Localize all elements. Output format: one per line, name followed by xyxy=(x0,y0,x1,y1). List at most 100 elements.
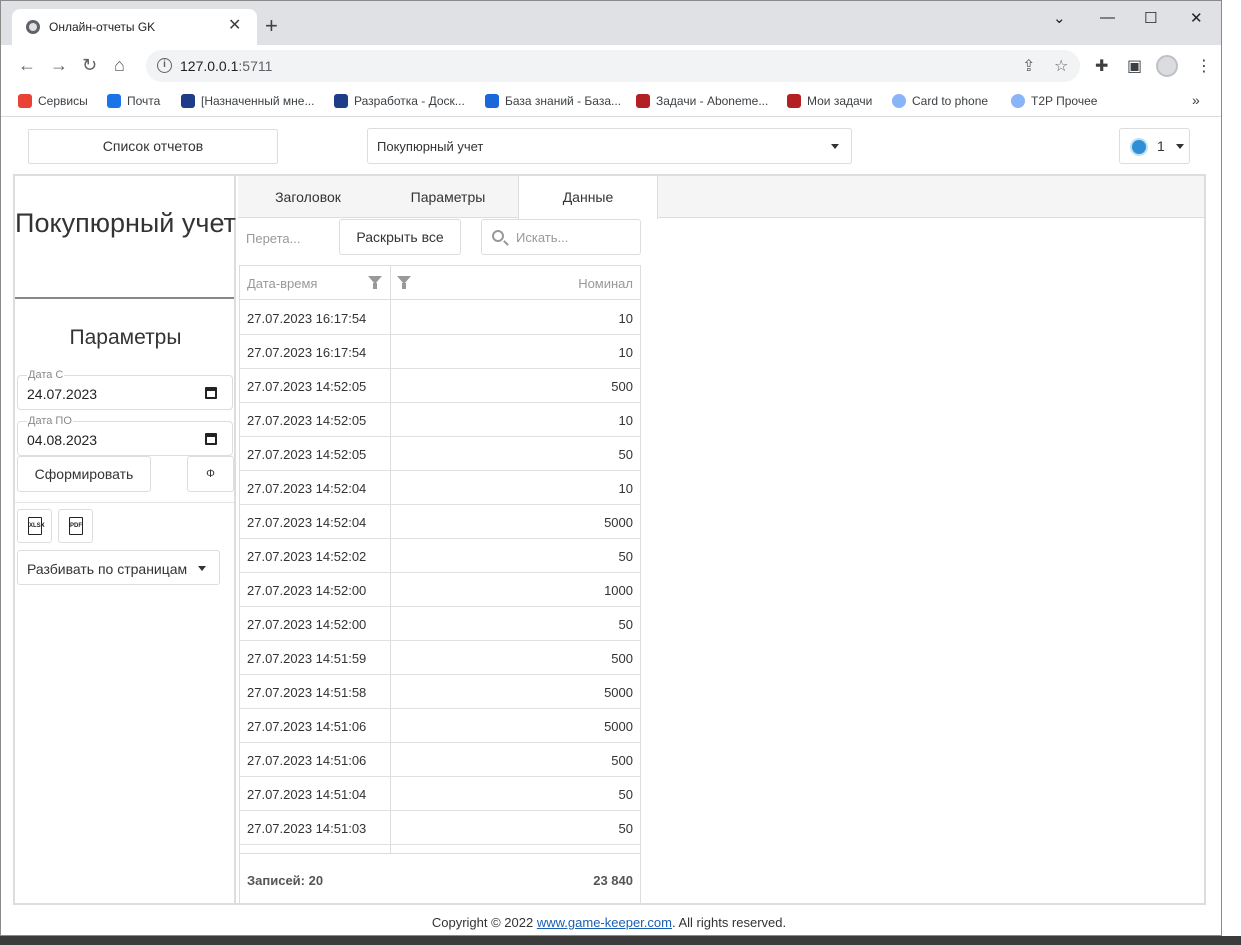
group-panel[interactable]: Перета... xyxy=(246,231,300,246)
back-icon[interactable]: ← xyxy=(18,55,36,75)
menu-kebab-icon[interactable]: ⋮ xyxy=(1196,56,1212,76)
table-row[interactable]: 27.07.2023 14:52:05 10 xyxy=(240,403,640,437)
cell-datetime: 27.07.2023 14:52:05 xyxy=(247,379,367,394)
cell-datetime: 27.07.2023 14:51:06 xyxy=(247,753,367,768)
cell-datetime: 27.07.2023 14:52:04 xyxy=(247,515,367,530)
records-count: Записей: 20 xyxy=(247,873,324,888)
column-header-nominal[interactable]: Номинал xyxy=(578,276,633,291)
cell-nominal: 50 xyxy=(618,447,633,462)
bookmarks-bar: Сервисы Почта [Назначенный мне... Разработк… xyxy=(1,87,1221,117)
table-row[interactable]: 27.07.2023 14:52:00 50 xyxy=(240,607,640,641)
bookmark-item[interactable]: Card to phone xyxy=(892,94,988,108)
paging-select[interactable]: Разбивать по страницам xyxy=(17,550,220,585)
calendar-icon[interactable] xyxy=(205,387,217,399)
profile-avatar-icon[interactable] xyxy=(1156,55,1178,77)
table-row[interactable]: 27.07.2023 14:52:04 5000 xyxy=(240,505,640,539)
table-row[interactable]: 27.07.2023 14:51:04 50 xyxy=(240,777,640,811)
build-report-button[interactable]: Сформировать xyxy=(17,456,151,492)
tab-header[interactable]: Заголовок xyxy=(238,176,378,218)
xlsx-file-icon: XLSX xyxy=(28,517,45,535)
chevron-down-icon xyxy=(1176,144,1184,149)
report-select[interactable]: Покупюрный учет xyxy=(367,128,852,164)
export-xlsx-button[interactable]: XLSX xyxy=(17,509,52,543)
bookmark-item[interactable]: Почта xyxy=(107,94,160,108)
site-link[interactable]: www.game-keeper.com xyxy=(537,915,672,930)
star-icon[interactable]: ☆ xyxy=(1054,56,1068,76)
cell-datetime: 27.07.2023 14:51:04 xyxy=(247,787,367,802)
table-row[interactable]: 27.07.2023 14:52:00 1000 xyxy=(240,573,640,607)
page-footer: Copyright © 2022 www.game-keeper.com. Al… xyxy=(1,915,1217,930)
date-from-field[interactable]: Дата С 24.07.2023 xyxy=(17,369,233,410)
date-to-value: 04.08.2023 xyxy=(27,432,98,448)
bookmark-item[interactable]: Задачи - Aboneme... xyxy=(636,94,768,108)
calendar-icon[interactable] xyxy=(205,433,217,445)
column-header-datetime[interactable]: Дата-время xyxy=(247,276,317,291)
cell-nominal: 5000 xyxy=(604,719,633,734)
table-row[interactable]: 27.07.2023 14:52:05 50 xyxy=(240,437,640,471)
bookmark-item[interactable]: Мои задачи xyxy=(787,94,872,108)
bookmark-label: Почта xyxy=(127,94,161,108)
reload-icon[interactable]: ↻ xyxy=(82,55,97,75)
redmine-icon xyxy=(636,94,650,108)
table-row[interactable]: 27.07.2023 14:52:02 50 xyxy=(240,539,640,573)
table-row[interactable]: 27.07.2023 14:52:05 500 xyxy=(240,369,640,403)
expand-all-button[interactable]: Раскрыть все xyxy=(339,219,461,255)
grid-toolbar: Перета... Раскрыть все Искать... xyxy=(238,219,648,263)
bookmark-item[interactable]: T2P Прочее xyxy=(1011,94,1097,108)
redmine-icon xyxy=(787,94,801,108)
close-tab-icon[interactable]: ✕ xyxy=(228,17,241,35)
cell-nominal: 50 xyxy=(618,617,633,632)
bookmark-item[interactable]: [Назначенный мне... xyxy=(181,94,314,108)
paging-select-value: Разбивать по страницам xyxy=(27,561,188,577)
export-pdf-button[interactable]: PDF xyxy=(58,509,93,543)
table-row[interactable]: 27.07.2023 14:52:04 10 xyxy=(240,471,640,505)
forward-icon[interactable]: → xyxy=(50,55,68,75)
share-icon[interactable]: ⇪ xyxy=(1022,56,1035,76)
left-panel: Покупюрный учет Параметры Дата С 24.07.2… xyxy=(15,176,236,903)
nominal-sum: 23 840 xyxy=(593,873,633,888)
table-row[interactable]: 27.07.2023 14:51:59 500 xyxy=(240,641,640,675)
extensions-icon[interactable]: ✚ xyxy=(1095,56,1108,76)
close-window-button[interactable]: ✕ xyxy=(1190,9,1203,27)
table-row[interactable]: 27.07.2023 14:51:06 5000 xyxy=(240,709,640,743)
tab-data[interactable]: Данные xyxy=(518,176,658,219)
bookmark-item[interactable]: Сервисы xyxy=(18,94,88,108)
table-row[interactable]: 27.07.2023 16:17:54 10 xyxy=(240,335,640,369)
side-panel-icon[interactable]: ▣ xyxy=(1127,56,1142,76)
browser-tab[interactable]: Онлайн-отчеты GK ✕ xyxy=(12,9,257,45)
url-text: 127.0.0.1:5711 xyxy=(180,58,273,74)
report-select-value: Покупюрный учет xyxy=(377,139,484,154)
filter-icon[interactable] xyxy=(397,276,411,289)
report-list-button[interactable]: Список отчетов xyxy=(28,129,278,164)
home-icon[interactable]: ⌂ xyxy=(114,55,125,75)
cell-nominal: 10 xyxy=(618,481,633,496)
maximize-button[interactable]: ☐ xyxy=(1144,9,1157,27)
tab-search-icon[interactable]: ⌄ xyxy=(1053,9,1066,27)
table-row[interactable]: 27.07.2023 16:17:54 10 xyxy=(240,301,640,335)
tab-parameters[interactable]: Параметры xyxy=(378,176,518,218)
search-input[interactable]: Искать... xyxy=(481,219,641,255)
date-from-value: 24.07.2023 xyxy=(27,386,98,402)
date-to-field[interactable]: Дата ПО 04.08.2023 xyxy=(17,415,233,456)
table-row[interactable]: 27.07.2023 14:51:58 5000 xyxy=(240,675,640,709)
tabs-bar: Заголовок Параметры Данные xyxy=(238,176,1204,219)
table-row[interactable]: 27.07.2023 14:51:03 50 xyxy=(240,811,640,845)
new-tab-button[interactable]: + xyxy=(265,15,278,37)
cell-nominal: 5000 xyxy=(604,515,633,530)
user-menu-button[interactable]: 1 xyxy=(1119,128,1190,164)
site-info-icon[interactable]: i xyxy=(157,58,172,73)
taskbar-strip xyxy=(0,936,1241,945)
minimize-button[interactable]: — xyxy=(1100,9,1115,26)
jira-diamond-icon xyxy=(181,94,195,108)
phi-button[interactable]: Φ xyxy=(187,456,234,492)
filter-icon[interactable] xyxy=(368,276,382,289)
bookmarks-more-button[interactable]: » xyxy=(1192,92,1200,108)
confluence-icon xyxy=(485,94,499,108)
bookmark-label: Сервисы xyxy=(38,94,88,108)
globe-icon xyxy=(1011,94,1025,108)
bookmark-item[interactable]: База знаний - База... xyxy=(485,94,621,108)
table-row[interactable]: 27.07.2023 14:51:06 500 xyxy=(240,743,640,777)
cell-datetime: 27.07.2023 16:17:54 xyxy=(247,345,367,360)
address-bar[interactable]: i 127.0.0.1:5711 ⇪ ☆ xyxy=(146,50,1080,82)
bookmark-item[interactable]: Разработка - Доск... xyxy=(334,94,465,108)
